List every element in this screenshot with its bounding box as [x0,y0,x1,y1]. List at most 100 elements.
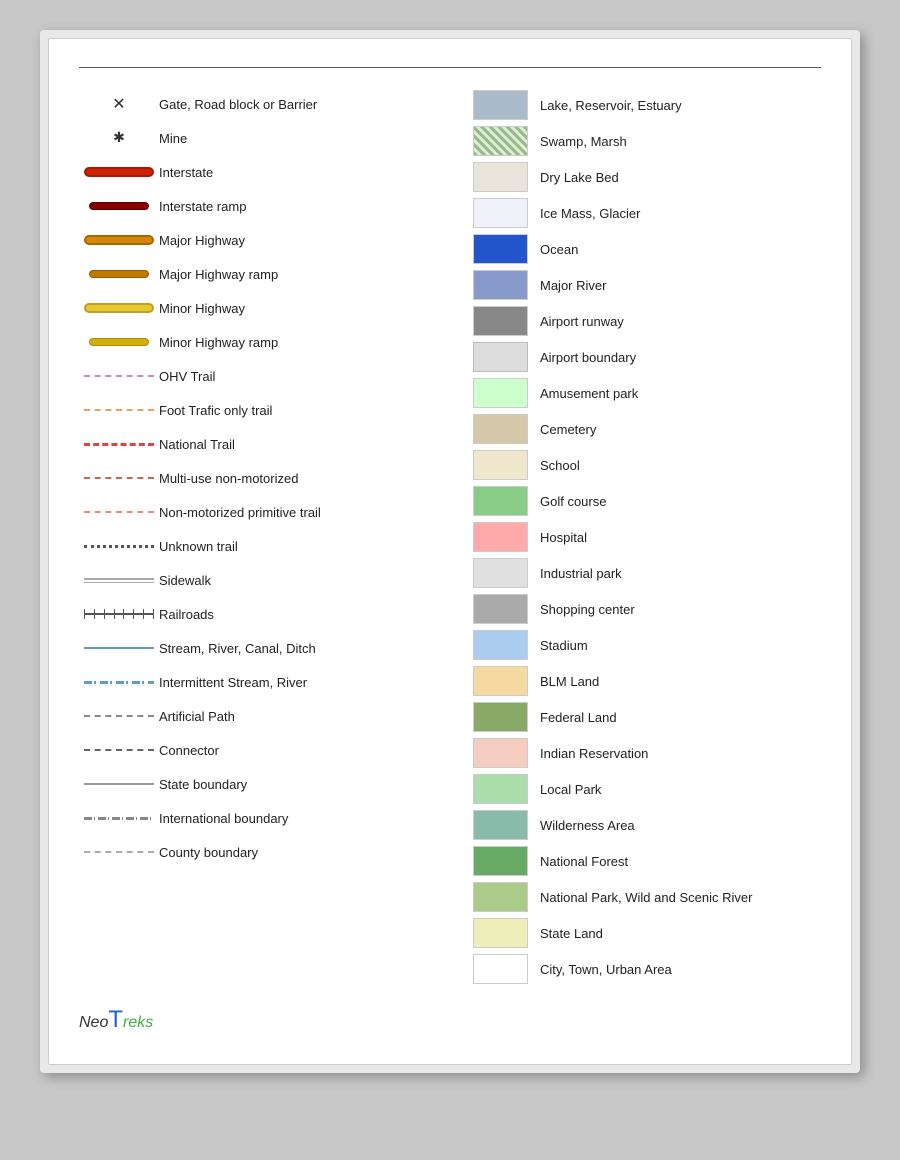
symbol-major-hwy-ramp [79,270,159,278]
symbol-interstate [79,167,159,177]
left-legend-row-connector: Connector [79,734,440,766]
right-legend-row-industrial: Industrial park [460,556,821,590]
label-federal: Federal Land [540,710,821,725]
swatch-amusement [473,378,528,408]
swatch-blm [473,666,528,696]
symbol-minor-hwy-ramp [79,338,159,346]
label-local-park: Local Park [540,782,821,797]
symbol-national-trail [79,443,159,446]
logo-reks: reks [123,1014,153,1031]
label-school: School [540,458,821,473]
swatch-container-lake [460,90,540,120]
label-minor-hwy-ramp: Minor Highway ramp [159,335,440,350]
label-connector: Connector [159,743,440,758]
swatch-container-golf [460,486,540,516]
symbol-ohv-trail [79,375,159,377]
right-legend-row-amusement: Amusement park [460,376,821,410]
right-legend-row-city: City, Town, Urban Area [460,952,821,986]
label-unknown-trail: Unknown trail [159,539,440,554]
logo-t: T [108,1006,123,1033]
label-foot-trail: Foot Trafic only trail [159,403,440,418]
right-column: Lake, Reservoir, EstuarySwamp, MarshDry … [460,88,821,986]
legend-body: ✕Gate, Road block or Barrier✱MineInterst… [79,88,821,986]
swatch-container-city [460,954,540,984]
swatch-school [473,450,528,480]
left-legend-row-foot-trail: Foot Trafic only trail [79,394,440,426]
symbol-major-hwy [79,235,159,245]
symbol-artificial [79,715,159,717]
right-legend-row-local-park: Local Park [460,772,821,806]
label-state-land: State Land [540,926,821,941]
label-non-motorized: Non-motorized primitive trail [159,505,440,520]
right-legend-row-golf: Golf course [460,484,821,518]
label-industrial: Industrial park [540,566,821,581]
label-wilderness: Wilderness Area [540,818,821,833]
label-stream: Stream, River, Canal, Ditch [159,641,440,656]
symbol-minor-hwy [79,303,159,313]
label-railroad: Railroads [159,607,440,622]
right-legend-row-stadium: Stadium [460,628,821,662]
right-legend-row-drylake: Dry Lake Bed [460,160,821,194]
swatch-container-ocean [460,234,540,264]
swatch-container-school [460,450,540,480]
swatch-drylake [473,162,528,192]
swatch-lake [473,90,528,120]
swatch-container-shopping [460,594,540,624]
symbol-stream [79,647,159,649]
logo-area: NeoTreks [79,1006,821,1034]
right-legend-row-school: School [460,448,821,482]
left-legend-row-major-hwy-ramp: Major Highway ramp [79,258,440,290]
left-legend-row-state-boundary: State boundary [79,768,440,800]
symbol-intl-boundary [79,817,159,820]
left-legend-row-county-boundary: County boundary [79,836,440,868]
right-legend-row-federal: Federal Land [460,700,821,734]
swatch-container-national-park [460,882,540,912]
swatch-swamp [473,126,528,156]
label-stadium: Stadium [540,638,821,653]
page-wrapper: ✕Gate, Road block or Barrier✱MineInterst… [40,30,860,1073]
swatch-container-federal [460,702,540,732]
swatch-container-stadium [460,630,540,660]
symbol-interstate-ramp [79,202,159,210]
swatch-national-park [473,882,528,912]
label-ohv-trail: OHV Trail [159,369,440,384]
label-multi-use: Multi-use non-motorized [159,471,440,486]
swatch-ocean [473,234,528,264]
legend-card: ✕Gate, Road block or Barrier✱MineInterst… [48,38,852,1065]
logo: NeoTreks [79,1006,153,1034]
symbol-multi-use [79,477,159,479]
swatch-airport-runway [473,306,528,336]
symbol-connector [79,749,159,751]
symbol-county-boundary [79,851,159,853]
logo-neo: Neo [79,1014,108,1031]
label-state-boundary: State boundary [159,777,440,792]
left-legend-row-unknown-trail: Unknown trail [79,530,440,562]
right-legend-row-ice: Ice Mass, Glacier [460,196,821,230]
left-legend-row-sidewalk: Sidewalk [79,564,440,596]
right-legend-row-shopping: Shopping center [460,592,821,626]
label-major-hwy-ramp: Major Highway ramp [159,267,440,282]
symbol-non-motorized [79,511,159,513]
label-interstate-ramp: Interstate ramp [159,199,440,214]
label-swamp: Swamp, Marsh [540,134,821,149]
label-major-hwy: Major Highway [159,233,440,248]
swatch-container-airport-boundary [460,342,540,372]
label-hospital: Hospital [540,530,821,545]
swatch-hospital [473,522,528,552]
right-legend-row-blm: BLM Land [460,664,821,698]
label-interstate: Interstate [159,165,440,180]
swatch-container-hospital [460,522,540,552]
label-airport-boundary: Airport boundary [540,350,821,365]
swatch-indian [473,738,528,768]
swatch-container-cemetery [460,414,540,444]
label-ocean: Ocean [540,242,821,257]
swatch-container-local-park [460,774,540,804]
label-shopping: Shopping center [540,602,821,617]
right-legend-row-indian: Indian Reservation [460,736,821,770]
swatch-golf [473,486,528,516]
symbol-mine: ✱ [79,129,159,147]
swatch-airport-boundary [473,342,528,372]
left-legend-row-national-trail: National Trail [79,428,440,460]
right-legend-row-wilderness: Wilderness Area [460,808,821,842]
label-county-boundary: County boundary [159,845,440,860]
